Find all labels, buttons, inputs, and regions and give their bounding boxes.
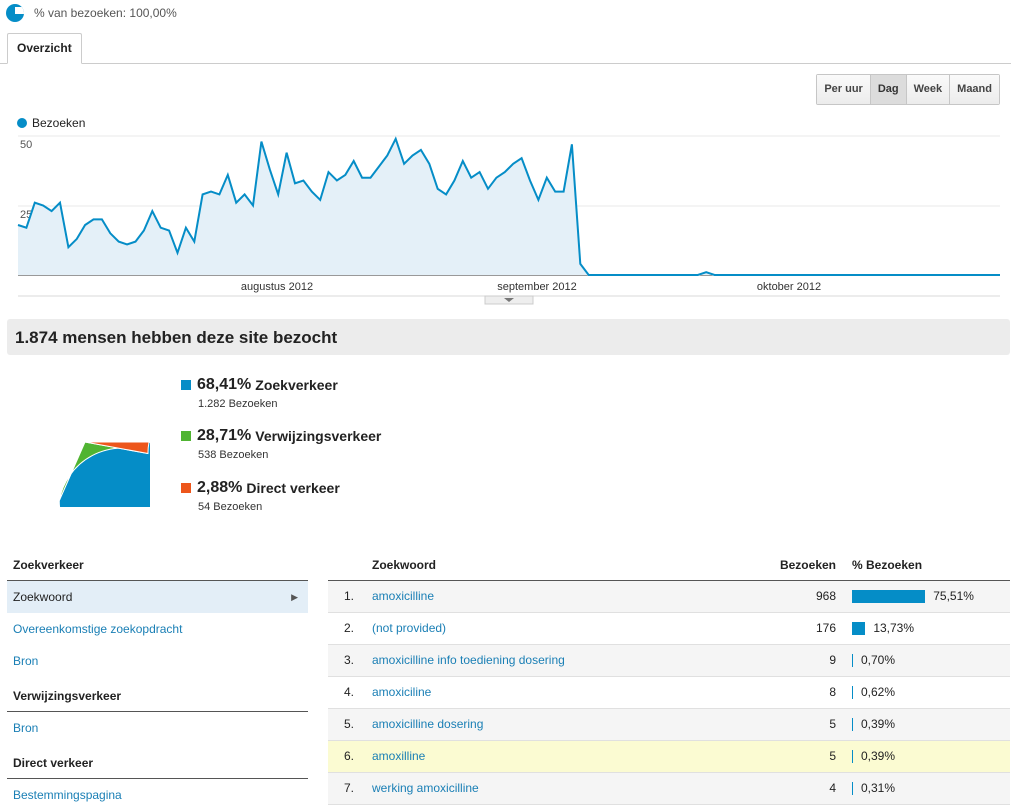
y-tick-label: 50 [20,139,32,151]
series-dot-icon [17,118,27,128]
row-number: 7. [344,781,355,795]
week-button[interactable]: Week [905,75,950,104]
header-visits[interactable]: Bezoeken [780,550,836,580]
segment-indicator: % van bezoeken: 100,00% [6,4,177,22]
chart-legend: Bezoeken [17,116,85,130]
nav-head-referral: Verwijzingsverkeer [7,681,308,712]
row-number: 3. [344,653,355,667]
row-visits: 8 [829,685,836,699]
row-number: 1. [344,589,355,603]
tab-bar: Overzicht [0,33,1011,64]
legend-label: Bezoeken [32,116,86,130]
nav-item-label: Zoekwoord [13,590,73,604]
maand-button[interactable]: Maand [949,75,999,104]
x-tick-label: september 2012 [497,281,577,293]
keyword-table: Zoekwoord Bezoeken % Bezoeken 1. amoxicil… [328,550,1010,805]
share-bar [852,590,926,603]
series-area [18,138,1000,275]
row-number: 5. [344,717,355,731]
share-bar [852,622,866,635]
table-row: 1. amoxicilline 968 75,51% [328,581,1010,613]
source-pct: 28,71% [197,427,252,444]
source-legend-search: 68,41% Zoekverkeer 1.282 Bezoeken [181,376,338,410]
source-legend-direct: 2,88% Direct verkeer 54 Bezoeken [181,479,340,513]
row-pct: 0,70% [861,653,896,667]
source-name: Verwijzingsverkeer [255,428,382,444]
table-row: 6. amoxilline 5 0,39% [328,741,1010,773]
source-name: Zoekverkeer [255,377,338,393]
row-visits: 9 [829,653,836,667]
source-pct: 2,88% [197,479,243,496]
row-pct: 0,39% [861,717,896,731]
row-visits: 968 [815,589,836,603]
per-uur-button[interactable]: Per uur [817,75,870,104]
source-visits: 54 Bezoeken [198,501,263,513]
nav-head-search: Zoekverkeer [7,550,308,581]
dag-button[interactable]: Dag [869,75,906,104]
source-pct: 68,41% [197,376,252,393]
row-number: 6. [344,749,355,763]
row-visits: 5 [829,717,836,731]
row-pct: 0,39% [861,749,896,763]
nav-item-overeenkomstige-zoekopdracht[interactable]: Overeenkomstige zoekopdracht [7,613,308,645]
traffic-pie-chart [58,441,150,507]
row-pct: 75,51% [933,589,974,603]
segment-label: % van bezoeken: 100,00% [34,6,177,20]
traffic-type-nav: Zoekverkeer Zoekwoord ▶ Overeenkomstige z… [7,550,308,811]
keyword-link[interactable]: amoxiciline [372,677,431,708]
keyword-link[interactable]: werking amoxicilline [372,773,479,804]
nav-item-bron-search[interactable]: Bron [7,645,308,677]
row-visits: 176 [815,621,836,635]
table-row: 5. amoxicilline dosering 5 0,39% [328,709,1010,741]
keyword-link[interactable]: amoxilline [372,741,425,772]
row-visits: 4 [829,781,836,795]
summary-headline: 1.874 mensen hebben deze site bezocht [15,328,338,347]
row-number: 4. [344,685,355,699]
summary-banner: 1.874 mensen hebben deze site bezocht [7,319,1010,355]
x-tick-label: oktober 2012 [757,281,821,293]
pie-segment-icon [6,4,24,22]
share-bar [852,654,853,667]
source-legend-referral: 28,71% Verwijzingsverkeer 538 Bezoeken [181,427,381,461]
nav-head-direct: Direct verkeer [7,748,308,779]
tab-overzicht[interactable]: Overzicht [7,33,82,64]
chevron-right-icon: ▶ [291,592,298,602]
keyword-link[interactable]: amoxicilline dosering [372,709,483,740]
row-pct: 0,62% [861,685,896,699]
table-row: 3. amoxicilline info toediening dosering 9… [328,645,1010,677]
table-row: 4. amoxiciline 8 0,62% [328,677,1010,709]
granularity-switcher: Per uur Dag Week Maand [816,74,1000,105]
row-pct: 13,73% [873,621,915,635]
header-keyword[interactable]: Zoekwoord [372,550,436,580]
source-visits: 1.282 Bezoeken [198,398,278,410]
table-header: Zoekwoord Bezoeken % Bezoeken [328,550,1010,581]
row-number: 2. [344,621,355,635]
x-tick-label: augustus 2012 [241,281,313,293]
share-bar [852,686,853,699]
table-row: 7. werking amoxicilline 4 0,31% [328,773,1010,805]
share-bar [852,782,853,795]
swatch-icon [181,431,191,441]
table-row: 2. (not provided) 176 13,73% [328,613,1010,645]
row-pct: 0,31% [861,781,896,795]
visits-chart: 50 25 augustus 2012 september 2012 oktob… [17,135,1000,305]
source-visits: 538 Bezoeken [198,449,269,461]
nav-item-bestemmingspagina[interactable]: Bestemmingspagina [7,779,308,811]
keyword-link[interactable]: amoxicilline [372,581,434,612]
source-name: Direct verkeer [246,480,340,496]
row-visits: 5 [829,749,836,763]
nav-item-zoekwoord[interactable]: Zoekwoord ▶ [7,581,308,613]
swatch-icon [181,380,191,390]
swatch-icon [181,483,191,493]
share-bar [852,718,853,731]
share-bar [852,750,853,763]
header-pct-visits[interactable]: % Bezoeken [852,550,922,580]
keyword-link[interactable]: amoxicilline info toediening dosering [372,645,565,676]
keyword-link[interactable]: (not provided) [372,613,446,644]
nav-item-bron-referral[interactable]: Bron [7,712,308,744]
